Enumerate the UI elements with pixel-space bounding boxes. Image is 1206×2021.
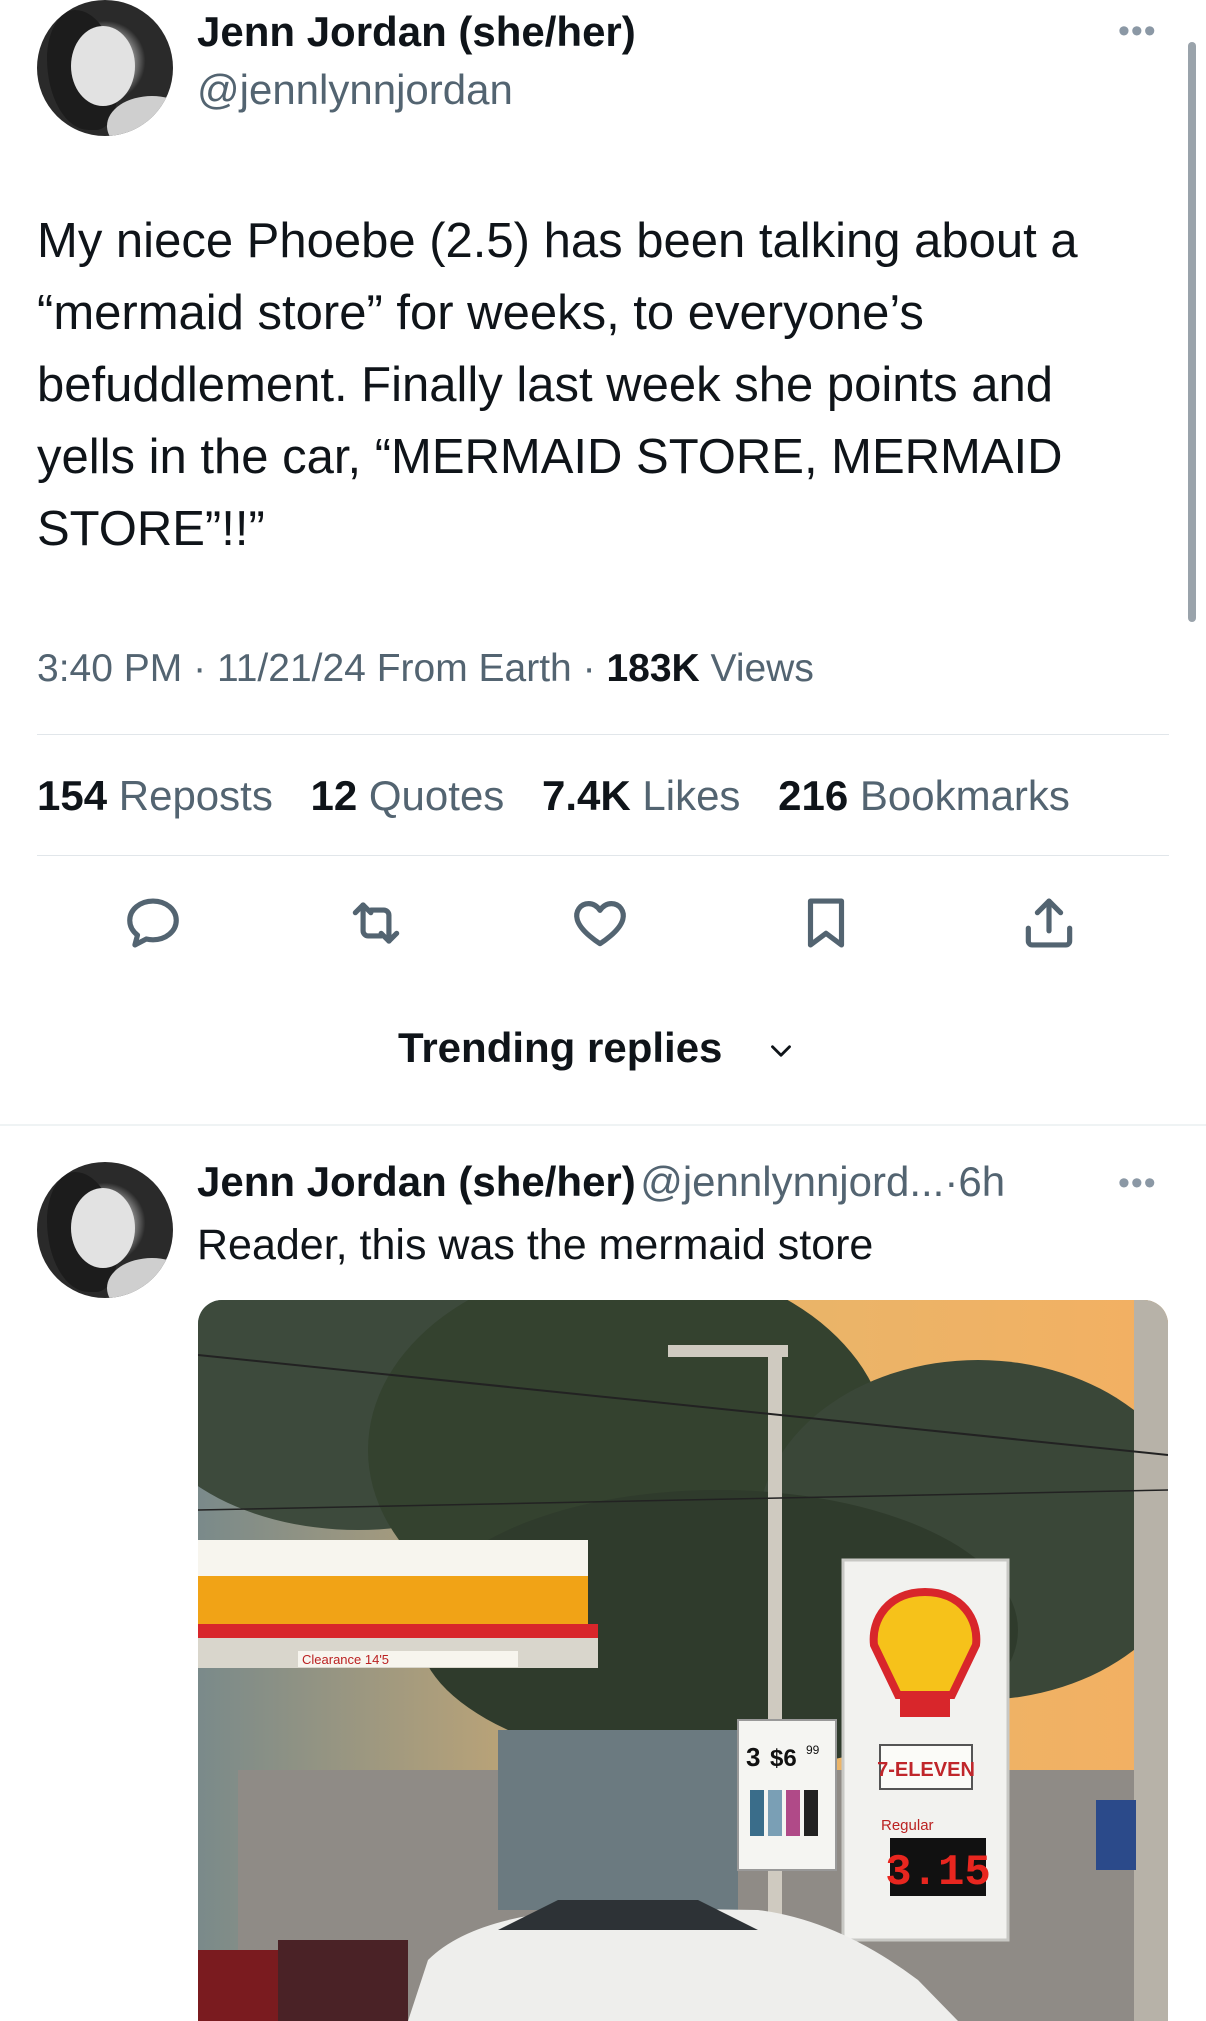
tweet-text-line: befuddlement. Finally last week she poin… — [37, 358, 1053, 412]
likes-count: 7.4K — [541, 772, 631, 819]
reply-header: Jenn Jordan (she/her) @jennlynnjord...·6… — [197, 1158, 1005, 1206]
tweet-source: From Earth — [376, 647, 572, 690]
tweet-text: My niece Phoebe (2.5) has been talking a… — [37, 205, 1187, 565]
reply-icon — [127, 898, 179, 948]
promo-right: $6 — [770, 1745, 797, 1772]
reply-age[interactable]: 6h — [958, 1158, 1005, 1205]
reposts-stat[interactable]: 154 Reposts — [37, 772, 273, 819]
tweet-text-line: STORE”!!” — [37, 502, 265, 556]
reposts-label: Reposts — [118, 772, 273, 819]
bookmark-button[interactable] — [795, 892, 857, 959]
views-label: Views — [710, 647, 814, 690]
author-name[interactable]: Jenn Jordan (she/her) — [197, 8, 636, 56]
gas-station-photo: Clearance 14'5 7-ELEVEN Regular 3.15 3 $… — [198, 1300, 1168, 2021]
more-horizontal-icon[interactable]: ••• — [1118, 1164, 1157, 1203]
fuel-grade: Regular — [881, 1817, 934, 1834]
share-button[interactable] — [1018, 892, 1080, 959]
more-horizontal-icon[interactable]: ••• — [1118, 12, 1157, 51]
reply-author-avatar[interactable] — [37, 1162, 173, 1298]
reposts-count: 154 — [37, 772, 108, 819]
tweet-date[interactable]: 11/21/24 — [217, 647, 366, 690]
bookmarks-label: Bookmarks — [859, 772, 1070, 819]
tweet-text-line: “mermaid store” for weeks, to everyone’s — [37, 286, 924, 340]
canopy-label: Clearance 14'5 — [302, 1652, 389, 1667]
store-brand: 7-ELEVEN — [877, 1759, 975, 1781]
fuel-price: 3.15 — [885, 1848, 991, 1898]
section-divider — [0, 1124, 1206, 1126]
divider — [37, 855, 1169, 856]
reply-button[interactable] — [122, 892, 184, 959]
bookmark-icon — [807, 898, 845, 948]
likes-label: Likes — [642, 772, 741, 819]
like-icon — [574, 901, 626, 947]
tweet-text-line: My niece Phoebe (2.5) has been talking a… — [37, 214, 1078, 268]
reply-author-handle[interactable]: @jennlynnjord... — [640, 1158, 944, 1205]
bookmarks-stat[interactable]: 216 Bookmarks — [778, 772, 1070, 819]
reply-text: Reader, this was the mermaid store — [197, 1221, 874, 1269]
tweet-text-line: yells in the car, “MERMAID STORE, MERMAI… — [37, 430, 1063, 484]
tweet-meta: 3:40 PM · 11/21/24 From Earth · 183K Vie… — [37, 646, 814, 692]
reply-photo[interactable]: Clearance 14'5 7-ELEVEN Regular 3.15 3 $… — [198, 1300, 1168, 2021]
bookmarks-count: 216 — [778, 772, 849, 819]
separator: · — [582, 647, 596, 690]
author-handle[interactable]: @jennlynnjordan — [197, 66, 513, 114]
quotes-count: 12 — [310, 772, 358, 819]
tweet-time[interactable]: 3:40 PM — [37, 647, 182, 690]
like-button[interactable] — [569, 892, 631, 959]
chevron-down-icon — [771, 1045, 792, 1057]
promo-cents: 99 — [806, 1743, 820, 1757]
replies-sort-dropdown[interactable]: Trending replies — [398, 1024, 798, 1072]
divider — [37, 734, 1169, 735]
quotes-stat[interactable]: 12 Quotes — [311, 772, 505, 819]
separator: · — [193, 647, 207, 690]
views-count: 183K — [606, 647, 700, 690]
replies-sort-label: Trending replies — [398, 1024, 723, 1071]
repost-icon — [352, 902, 400, 944]
tweet-stats: 154 Reposts 12 Quotes 7.4K Likes 216 Boo… — [37, 772, 1096, 820]
scrollbar[interactable] — [1188, 42, 1196, 622]
reply-author-name[interactable]: Jenn Jordan (she/her) — [197, 1158, 636, 1205]
promo-left: 3 — [746, 1742, 760, 1772]
share-icon — [1025, 898, 1073, 948]
author-avatar[interactable] — [37, 0, 173, 136]
separator: · — [944, 1158, 959, 1205]
likes-stat[interactable]: 7.4K Likes — [542, 772, 740, 819]
quotes-label: Quotes — [368, 772, 505, 819]
repost-button[interactable] — [345, 892, 407, 959]
